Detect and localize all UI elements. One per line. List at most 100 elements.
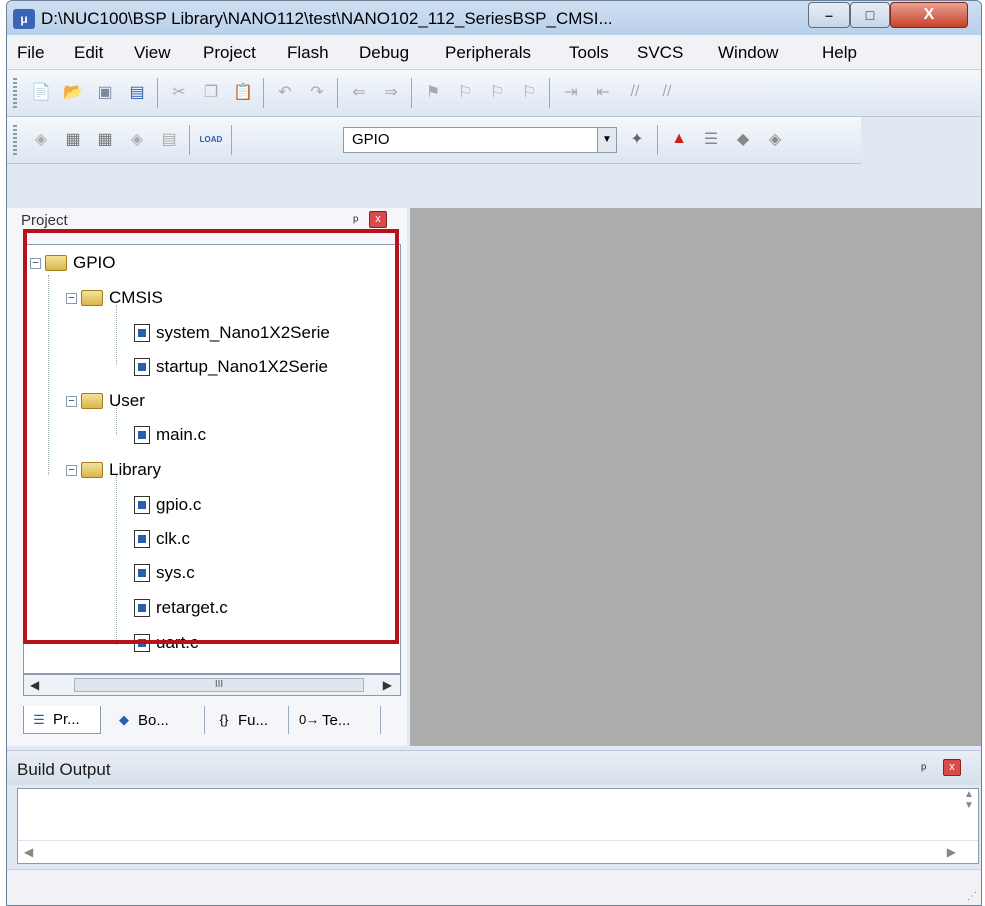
build-toolbar: ◈ ▦ ▦ ◈ ▤ LOAD GPIO ▼ ✦ ▲ ☰ ◆ ◈ bbox=[7, 117, 861, 164]
close-pane-icon[interactable]: x bbox=[943, 759, 961, 776]
toolbar-grip[interactable] bbox=[13, 78, 17, 108]
project-tab-icon: ☰ bbox=[33, 711, 45, 727]
comment-icon[interactable]: // bbox=[623, 80, 647, 104]
close-pane-icon[interactable]: x bbox=[369, 211, 387, 228]
highlight-annotation bbox=[23, 229, 399, 644]
menu-bar: File Edit View Project Flash Debug Perip… bbox=[7, 35, 981, 70]
unindent-icon[interactable]: ⇤ bbox=[591, 80, 615, 104]
toolbar-separator bbox=[337, 78, 338, 108]
project-pane-title: Project bbox=[21, 212, 68, 229]
tab-books[interactable]: ◆ Bo... bbox=[109, 706, 205, 734]
select-packs-icon[interactable]: ◆ bbox=[731, 127, 755, 151]
load-download-icon[interactable]: LOAD bbox=[199, 127, 223, 151]
window-title: D:\NUC100\BSP Library\NANO112\test\NANO1… bbox=[41, 9, 613, 28]
redo-icon[interactable]: ↷ bbox=[305, 80, 329, 104]
toolbar-separator bbox=[157, 78, 158, 108]
status-bar: ⋰ bbox=[7, 869, 981, 905]
manage-components-icon[interactable]: ▲ bbox=[667, 127, 691, 151]
menu-peripherals[interactable]: Peripherals bbox=[445, 43, 531, 63]
save-icon[interactable]: ▣ bbox=[93, 80, 117, 104]
project-horizontal-scrollbar[interactable]: ◀ III ▶ bbox=[23, 674, 401, 696]
save-all-icon[interactable]: ▤ bbox=[125, 80, 149, 104]
minimize-button[interactable]: – bbox=[808, 2, 850, 28]
toolbar-separator bbox=[263, 78, 264, 108]
books-tab-icon: ◆ bbox=[119, 712, 129, 727]
build-output-header: Build Output ᵖ x bbox=[7, 750, 981, 785]
project-pane-tabs: ☰ Pr... ◆ Bo... {} Fu... 0→ Te... bbox=[23, 702, 407, 736]
templates-tab-icon: 0→ bbox=[299, 712, 320, 727]
manage-rte-icon[interactable]: ◈ bbox=[763, 127, 787, 151]
tab-label: Te... bbox=[322, 711, 351, 729]
close-window-button[interactable]: X bbox=[890, 2, 968, 28]
vertical-scrollbar[interactable]: ▲ ▼ bbox=[960, 789, 978, 829]
build-output-title: Build Output bbox=[17, 760, 111, 779]
build-output-panel[interactable]: ▲ ▼ ◀ ▶ bbox=[17, 788, 979, 864]
menu-tools[interactable]: Tools bbox=[569, 43, 609, 63]
toolbar-separator bbox=[657, 125, 658, 155]
toolbar-separator bbox=[189, 125, 190, 155]
editor-area[interactable] bbox=[410, 208, 981, 746]
project-pane-header: Project ᵖ x bbox=[7, 208, 407, 230]
menu-view[interactable]: View bbox=[134, 43, 171, 63]
file-toolbar: 📄 📂 ▣ ▤ ✂ ❐ 📋 ↶ ↷ ⇐ ⇒ ⚑ ⚐ ⚐ ⚐ ⇥ ⇤ // // bbox=[7, 70, 981, 117]
open-folder-icon[interactable]: 📂 bbox=[61, 80, 85, 104]
minimize-icon: – bbox=[825, 7, 833, 23]
menu-edit[interactable]: Edit bbox=[74, 43, 103, 63]
toolbar-grip[interactable] bbox=[13, 125, 17, 155]
target-select[interactable]: GPIO ▼ bbox=[343, 127, 617, 153]
cut-icon[interactable]: ✂ bbox=[167, 80, 191, 104]
bookmark-icon[interactable]: ⚑ bbox=[421, 80, 445, 104]
menu-debug[interactable]: Debug bbox=[359, 43, 409, 63]
navigate-forward-icon[interactable]: ⇒ bbox=[379, 80, 403, 104]
keil-app-icon: μ bbox=[13, 9, 35, 29]
scroll-thumb[interactable]: III bbox=[74, 678, 364, 692]
chevron-down-icon[interactable]: ▼ bbox=[597, 128, 616, 152]
toolbar-separator bbox=[411, 78, 412, 108]
tab-project[interactable]: ☰ Pr... bbox=[23, 706, 101, 734]
toolbar-separator bbox=[231, 125, 232, 155]
menu-svcs[interactable]: SVCS bbox=[637, 43, 683, 63]
functions-tab-icon: {} bbox=[219, 712, 229, 727]
undo-icon[interactable]: ↶ bbox=[273, 80, 297, 104]
navigate-back-icon[interactable]: ⇐ bbox=[347, 80, 371, 104]
target-options-icon[interactable]: ✦ bbox=[625, 127, 649, 151]
menu-window[interactable]: Window bbox=[718, 43, 778, 63]
tab-functions[interactable]: {} Fu... bbox=[209, 706, 289, 734]
menu-file[interactable]: File bbox=[17, 43, 44, 63]
title-bar[interactable]: μ D:\NUC100\BSP Library\NANO112\test\NAN… bbox=[7, 1, 981, 35]
build-icon[interactable]: ▦ bbox=[61, 127, 85, 151]
menu-flash[interactable]: Flash bbox=[287, 43, 329, 63]
close-icon: X bbox=[923, 6, 935, 23]
tab-label: Pr... bbox=[53, 711, 80, 728]
rebuild-icon[interactable]: ▦ bbox=[93, 127, 117, 151]
scroll-left-icon[interactable]: ◀ bbox=[24, 845, 33, 859]
maximize-button[interactable]: □ bbox=[850, 2, 890, 28]
tab-label: Fu... bbox=[238, 711, 269, 729]
translate-icon[interactable]: ◈ bbox=[29, 127, 53, 151]
copy-icon[interactable]: ❐ bbox=[199, 80, 223, 104]
new-file-icon[interactable]: 📄 bbox=[29, 80, 53, 104]
file-extensions-icon[interactable]: ☰ bbox=[699, 127, 723, 151]
resize-grip-icon[interactable]: ⋰ bbox=[967, 891, 977, 902]
scroll-left-icon[interactable]: ◀ bbox=[30, 678, 39, 692]
toolbar-separator bbox=[549, 78, 550, 108]
clear-bookmarks-icon[interactable]: ⚐ bbox=[517, 80, 541, 104]
uncomment-icon[interactable]: // bbox=[655, 80, 679, 104]
menu-project[interactable]: Project bbox=[203, 43, 256, 63]
next-bookmark-icon[interactable]: ⚐ bbox=[485, 80, 509, 104]
paste-icon[interactable]: 📋 bbox=[231, 80, 255, 104]
pin-icon[interactable]: ᵖ bbox=[921, 760, 926, 776]
scroll-right-icon[interactable]: ▶ bbox=[383, 678, 392, 692]
pin-icon[interactable]: ᵖ bbox=[353, 212, 358, 228]
tab-templates[interactable]: 0→ Te... bbox=[293, 706, 381, 734]
menu-help[interactable]: Help bbox=[822, 43, 857, 63]
horizontal-scrollbar[interactable]: ◀ ▶ bbox=[18, 840, 978, 863]
prev-bookmark-icon[interactable]: ⚐ bbox=[453, 80, 477, 104]
indent-icon[interactable]: ⇥ bbox=[559, 80, 583, 104]
target-select-value: GPIO bbox=[352, 131, 390, 148]
tab-label: Bo... bbox=[138, 711, 169, 729]
stop-build-icon[interactable]: ▤ bbox=[157, 127, 181, 151]
maximize-icon: □ bbox=[865, 7, 875, 23]
batch-build-icon[interactable]: ◈ bbox=[125, 127, 149, 151]
scroll-right-icon[interactable]: ▶ bbox=[947, 845, 956, 859]
